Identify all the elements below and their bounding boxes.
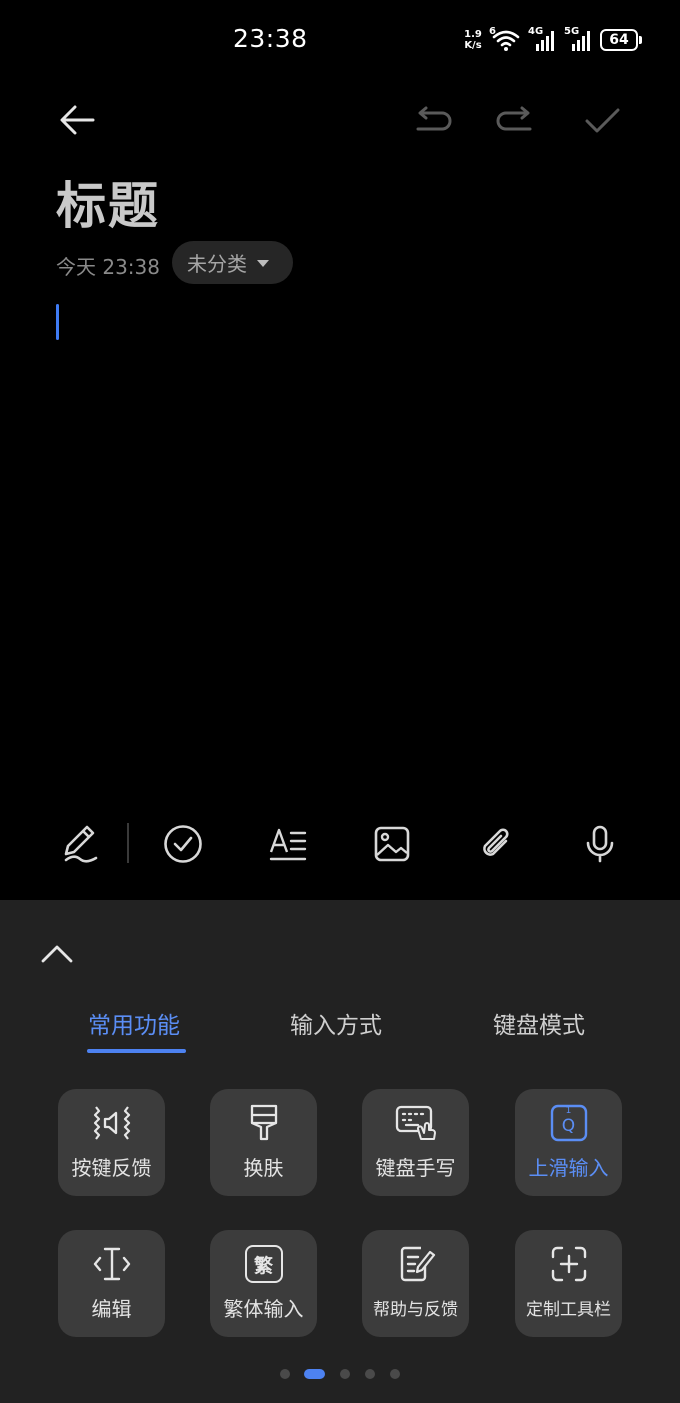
signal-icon-sim1: 4G <box>528 26 558 52</box>
paint-brush-icon <box>250 1104 277 1141</box>
keyboard-handwriting-tile[interactable]: 键盘手写 <box>362 1089 469 1196</box>
check-circle-icon <box>164 825 202 863</box>
edit-tile[interactable]: 编辑 <box>58 1230 165 1337</box>
tile-label: 编辑 <box>91 1297 132 1321</box>
sim2-label: 5G <box>564 26 580 37</box>
page-dot[interactable] <box>340 1369 350 1379</box>
paperclip-icon <box>483 828 509 856</box>
status-icons: 1.9 K/s 6 4G 5G 64 <box>462 26 642 53</box>
arrow-left-icon <box>60 105 95 135</box>
page-dot[interactable] <box>365 1369 375 1379</box>
swipe-key-icon: 1 Q <box>549 1102 589 1144</box>
image-icon <box>374 826 410 862</box>
network-speed: 1.9 K/s <box>462 29 484 51</box>
pen-icon <box>64 825 98 863</box>
add-frame-icon <box>551 1246 586 1282</box>
undo-icon <box>416 106 452 131</box>
traditional-char-glyph: 繁 <box>253 1254 273 1277</box>
wifi-badge: 6 <box>489 26 496 37</box>
tile-label: 繁体输入 <box>223 1297 304 1321</box>
battery-level: 64 <box>600 29 638 51</box>
tile-label: 帮助与反馈 <box>373 1300 458 1320</box>
tile-label: 定制工具栏 <box>526 1300 611 1320</box>
tile-label: 换肤 <box>243 1156 284 1180</box>
swipe-key-glyph: Q <box>561 1116 576 1136</box>
swipe-input-tile[interactable]: 1 Q 上滑输入 <box>515 1089 622 1196</box>
battery-icon: 64 <box>600 29 642 51</box>
tab-input-method[interactable]: 输入方式 <box>290 1006 382 1040</box>
customize-toolbar-tile[interactable]: 定制工具栏 <box>515 1230 622 1337</box>
checklist-button[interactable] <box>161 822 205 866</box>
tile-label: 上滑输入 <box>528 1156 609 1180</box>
note-date: 今天 23:38 <box>56 255 160 279</box>
confirm-button[interactable] <box>580 100 624 140</box>
redo-button[interactable] <box>494 102 538 140</box>
sim1-label: 4G <box>528 26 544 37</box>
note-edit-icon <box>400 1246 435 1282</box>
status-bar: 23:38 1.9 K/s 6 4G 5G 64 <box>0 0 680 80</box>
text-format-icon <box>269 828 307 861</box>
tab-keyboard-mode[interactable]: 键盘模式 <box>493 1006 585 1040</box>
network-speed-value: 1.9 <box>464 29 482 40</box>
voice-input-button[interactable] <box>578 822 622 866</box>
active-tab-indicator <box>87 1049 186 1053</box>
tile-label: 键盘手写 <box>375 1156 456 1180</box>
traditional-chinese-tile[interactable]: 繁 繁体输入 <box>210 1230 317 1337</box>
text-cursor-icon <box>93 1247 130 1281</box>
wifi-icon: 6 <box>489 26 522 52</box>
toolbar-divider <box>127 823 129 863</box>
page-dot-active[interactable] <box>304 1369 325 1379</box>
insert-image-button[interactable] <box>370 822 414 866</box>
note-title-input[interactable]: 标题 <box>56 166 160 238</box>
battery-tip <box>639 36 642 44</box>
back-button[interactable] <box>55 100 99 140</box>
vibration-speaker-icon <box>93 1106 130 1140</box>
check-icon <box>585 108 620 133</box>
microphone-icon <box>586 825 614 863</box>
network-speed-unit: K/s <box>464 40 482 51</box>
attachment-button[interactable] <box>474 822 518 866</box>
tab-common-functions[interactable]: 常用功能 <box>88 1006 180 1040</box>
page-indicator <box>0 1368 680 1380</box>
signal-icon-sim2: 5G <box>564 26 594 52</box>
undo-button[interactable] <box>410 102 454 140</box>
caret-down-icon <box>257 260 269 267</box>
keyboard-touch-icon <box>395 1105 436 1140</box>
page-dot[interactable] <box>390 1369 400 1379</box>
change-skin-tile[interactable]: 换肤 <box>210 1089 317 1196</box>
category-label: 未分类 <box>187 252 247 276</box>
text-style-button[interactable] <box>266 822 310 866</box>
traditional-char-icon: 繁 <box>244 1245 283 1283</box>
status-clock: 23:38 <box>233 24 308 53</box>
key-feedback-tile[interactable]: 按键反馈 <box>58 1089 165 1196</box>
collapse-panel-button[interactable] <box>36 935 78 971</box>
page-dot[interactable] <box>280 1369 290 1379</box>
chevron-up-icon <box>41 945 73 963</box>
help-feedback-tile[interactable]: 帮助与反馈 <box>362 1230 469 1337</box>
swipe-key-sup: 1 <box>565 1106 572 1116</box>
category-dropdown[interactable]: 未分类 <box>172 241 293 284</box>
handwriting-button[interactable] <box>58 822 102 866</box>
note-body-input[interactable] <box>56 300 626 800</box>
redo-icon <box>496 106 532 131</box>
tile-label: 按键反馈 <box>71 1156 152 1180</box>
